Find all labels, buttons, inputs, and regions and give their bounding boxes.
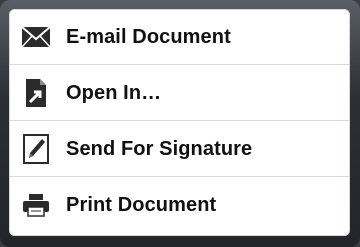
action-menu: E-mail Document Open In… Send For Signat… — [9, 9, 350, 236]
menu-item-open-in[interactable]: Open In… — [9, 65, 350, 121]
menu-item-label: Print Document — [66, 193, 217, 216]
envelope-icon — [21, 22, 51, 52]
printer-icon — [21, 190, 51, 220]
menu-item-email-document[interactable]: E-mail Document — [9, 9, 350, 65]
menu-item-label: E-mail Document — [66, 25, 231, 48]
menu-item-send-for-signature[interactable]: Send For Signature — [9, 121, 350, 177]
menu-item-label: Send For Signature — [66, 137, 253, 160]
popover-frame: E-mail Document Open In… Send For Signat… — [0, 0, 360, 247]
menu-item-print-document[interactable]: Print Document — [9, 177, 350, 233]
open-in-icon — [21, 78, 51, 108]
menu-item-label: Open In… — [66, 81, 162, 104]
pen-signature-icon — [21, 134, 51, 164]
